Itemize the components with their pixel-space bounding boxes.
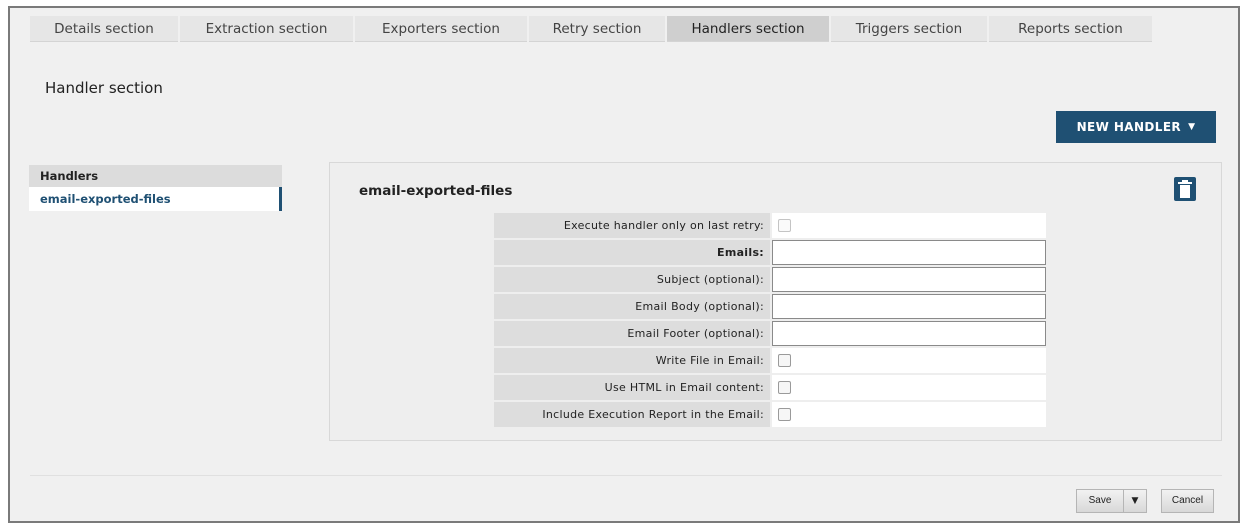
field-row-last-retry: Execute handler only on last retry:	[494, 213, 1046, 238]
execution-report-checkbox[interactable]	[778, 408, 791, 421]
last-retry-checkbox[interactable]	[778, 219, 791, 232]
page-title: Handler section	[45, 79, 163, 97]
field-row-execution-report: Include Execution Report in the Email:	[494, 402, 1046, 427]
tab-details[interactable]: Details section	[30, 16, 178, 42]
field-label: Include Execution Report in the Email:	[494, 402, 770, 427]
field-label: Use HTML in Email content:	[494, 375, 770, 400]
save-dropdown-icon[interactable]: ▼	[1123, 490, 1146, 512]
handler-name: email-exported-files	[359, 183, 513, 199]
trash-icon	[1178, 180, 1192, 198]
delete-handler-button[interactable]	[1174, 177, 1196, 201]
emails-input[interactable]	[772, 240, 1046, 265]
use-html-checkbox[interactable]	[778, 381, 791, 394]
field-label: Emails:	[494, 240, 770, 265]
footer-divider	[30, 475, 1222, 476]
sidebar-item-email-exported-files[interactable]: email-exported-files	[29, 187, 282, 211]
tab-reports[interactable]: Reports section	[989, 16, 1152, 42]
field-label: Email Footer (optional):	[494, 321, 770, 346]
handlers-sidebar: Handlers email-exported-files	[29, 165, 282, 211]
new-handler-button[interactable]: NEW HANDLER ▼	[1056, 111, 1216, 143]
field-label: Write File in Email:	[494, 348, 770, 373]
field-row-use-html: Use HTML in Email content:	[494, 375, 1046, 400]
tab-extraction[interactable]: Extraction section	[180, 16, 353, 42]
email-body-input[interactable]	[772, 294, 1046, 319]
app-frame: Details section Extraction section Expor…	[8, 6, 1240, 523]
sidebar-header: Handlers	[29, 165, 282, 187]
cancel-button-group: Cancel	[1161, 489, 1214, 513]
email-footer-input[interactable]	[772, 321, 1046, 346]
tab-exporters[interactable]: Exporters section	[355, 16, 527, 42]
field-label: Email Body (optional):	[494, 294, 770, 319]
write-file-checkbox[interactable]	[778, 354, 791, 367]
handler-panel: email-exported-files Execute handler onl…	[329, 162, 1222, 441]
subject-input[interactable]	[772, 267, 1046, 292]
tab-handlers[interactable]: Handlers section	[667, 16, 829, 42]
save-button[interactable]: Save	[1077, 490, 1123, 512]
field-row-emails: Emails:	[494, 240, 1046, 265]
tab-triggers[interactable]: Triggers section	[831, 16, 987, 42]
chevron-down-icon: ▼	[1188, 122, 1196, 132]
field-label: Subject (optional):	[494, 267, 770, 292]
field-row-body: Email Body (optional):	[494, 294, 1046, 319]
new-handler-label: NEW HANDLER	[1076, 120, 1182, 134]
handler-form: Execute handler only on last retry: Emai…	[494, 213, 1046, 429]
cancel-button[interactable]: Cancel	[1161, 489, 1214, 513]
field-row-write-file: Write File in Email:	[494, 348, 1046, 373]
field-label: Execute handler only on last retry:	[494, 213, 770, 238]
field-row-footer: Email Footer (optional):	[494, 321, 1046, 346]
tab-retry[interactable]: Retry section	[529, 16, 665, 42]
save-split-button: Save ▼	[1076, 489, 1147, 513]
field-row-subject: Subject (optional):	[494, 267, 1046, 292]
section-tabs: Details section Extraction section Expor…	[30, 16, 1154, 42]
save-button-group: Save ▼	[1076, 489, 1147, 513]
